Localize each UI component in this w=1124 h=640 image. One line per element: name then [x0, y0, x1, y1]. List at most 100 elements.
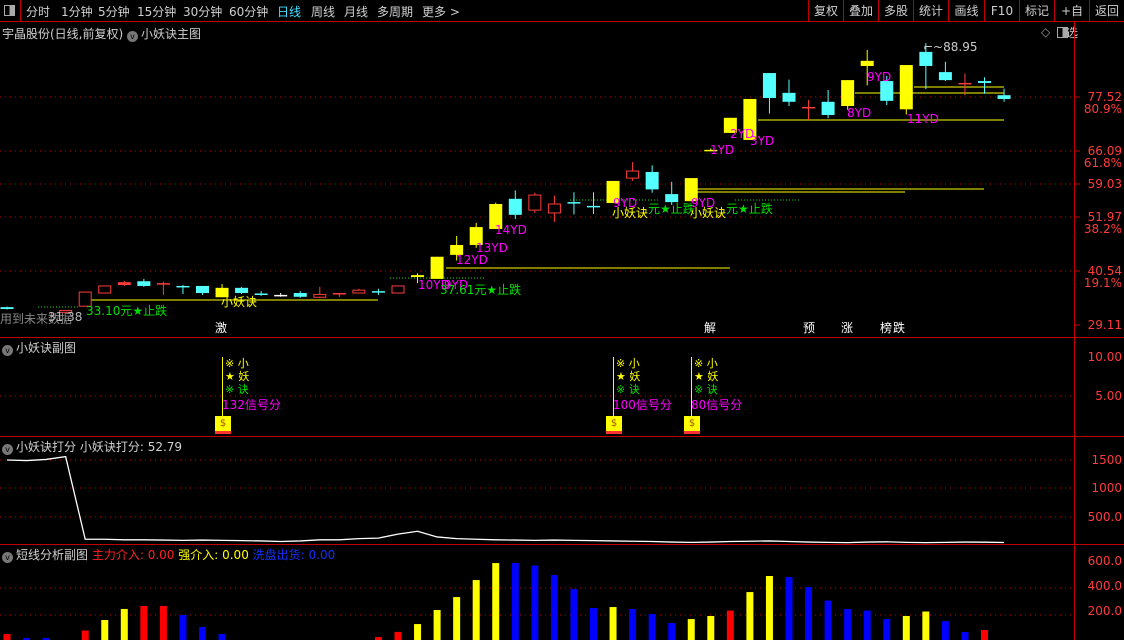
candle-body — [938, 72, 952, 81]
signal-label: 小妖诀 — [221, 295, 258, 309]
sub3-title: v 短线分析副图 主力介入: 0.00 强介入: 0.00 洗盘出货: 0.00 — [2, 546, 335, 563]
sub1-tick: 10.00 — [1087, 350, 1122, 364]
signal-char: 诀 — [706, 383, 718, 396]
fib-tick: 19.1% — [1083, 276, 1122, 290]
candle-body — [137, 281, 151, 286]
candle-body — [997, 95, 1011, 99]
marker-unlock[interactable]: 解 — [703, 321, 717, 336]
candle-body — [156, 283, 170, 285]
stop-fall-label: 37.61元★止跌 — [440, 283, 522, 297]
sub1-name[interactable]: 小妖诀副图 — [16, 341, 76, 355]
candle-body — [352, 289, 366, 294]
volume-bar — [179, 615, 187, 640]
volume-bar — [3, 634, 11, 640]
marker-surge[interactable]: 激 — [214, 321, 228, 336]
sub2-name[interactable]: 小妖诀打分 — [16, 440, 76, 454]
low-price-label: 31.38 — [48, 310, 83, 324]
volume-bar — [472, 580, 480, 640]
signal-char: 诀 — [237, 383, 249, 396]
sub1-tick: 5.00 — [1095, 389, 1122, 403]
marker-text: 解 — [703, 321, 716, 335]
yd-label: 11YD — [907, 112, 939, 126]
marker-rise[interactable]: 涨 — [840, 321, 854, 336]
yd-label: 9YD — [867, 70, 892, 84]
strong-in-value: 强介入: 0.00 — [178, 548, 249, 562]
signal-char: 妖 — [238, 370, 250, 383]
signal-text: ★ 妖 — [616, 370, 640, 383]
volume-bar — [707, 615, 715, 640]
candle-body — [176, 285, 190, 288]
marker-fall[interactable]: 跌 — [892, 321, 906, 336]
candle-body — [391, 285, 405, 294]
yd-label: 8YD — [847, 106, 872, 120]
fib-tick: 80.9% — [1083, 102, 1122, 116]
sub3-tick: 200.0 — [1087, 604, 1122, 618]
sub3-tick: 600.0 — [1087, 554, 1122, 568]
chevron-down-icon[interactable]: v — [127, 31, 139, 42]
candle-body — [978, 81, 991, 83]
candle-body — [411, 275, 425, 278]
marker-list[interactable]: 榜 — [879, 321, 893, 336]
candle-body — [645, 171, 659, 190]
volume-bar — [981, 630, 988, 640]
signal-label: 小妖诀 — [690, 206, 727, 220]
main-force-value: 主力介入: 0.00 — [91, 548, 175, 562]
candle-body — [196, 285, 209, 294]
money-bag-icon[interactable]: $ — [215, 416, 231, 434]
high-price-label: ⌐~88.95 — [923, 40, 978, 54]
volume-bar — [511, 563, 519, 640]
signal-char: 诀 — [628, 383, 640, 396]
candle-body — [371, 291, 385, 293]
volume-bar — [746, 592, 754, 640]
volume-bar — [81, 630, 89, 640]
volume-bar — [785, 577, 793, 640]
candle-body — [762, 73, 776, 99]
money-bag-icon[interactable]: $ — [606, 416, 622, 434]
chevron-down-icon[interactable]: v — [2, 345, 13, 356]
star-icon: ★ — [616, 370, 626, 383]
volume-bar — [922, 611, 930, 640]
diamond-icon[interactable]: ◇ — [1041, 25, 1050, 39]
candle-body — [802, 106, 816, 109]
signal-char: 妖 — [707, 370, 719, 383]
sub3-name[interactable]: 短线分析副图 — [16, 548, 88, 562]
volume-bar — [824, 600, 832, 640]
money-bag-icon[interactable]: $ — [684, 416, 700, 434]
volume-bar — [140, 605, 148, 640]
sub2-tick: 1500 — [1091, 453, 1122, 467]
volume-bar — [199, 627, 206, 640]
marker-text: 涨 — [840, 321, 853, 335]
candle-body — [880, 81, 894, 101]
asterisk-icon: ※ — [616, 383, 626, 396]
chevron-down-icon[interactable]: v — [2, 444, 13, 455]
marker-predict[interactable]: 预 — [802, 321, 816, 336]
score-line — [6, 455, 1005, 544]
volume-bar — [159, 605, 167, 640]
panel-toggle-icon[interactable] — [1057, 27, 1068, 38]
signal-text: ※ 小 — [616, 357, 640, 370]
signal-text: ※ 小 — [694, 357, 718, 370]
marker-text: 跌 — [892, 321, 905, 335]
candle-body — [821, 101, 835, 115]
signal-text: ※ 诀 — [225, 383, 249, 396]
signal-char: 小 — [237, 357, 249, 370]
indicator-name[interactable]: 小妖诀主图 — [141, 27, 201, 41]
wash-out-value: 洗盘出货: 0.00 — [252, 548, 336, 562]
sub2-tick: 1000 — [1091, 481, 1122, 495]
asterisk-icon: ※ — [225, 383, 235, 396]
candle-body — [0, 307, 14, 310]
kline-chart-canvas[interactable] — [0, 0, 1124, 640]
volume-bar — [765, 576, 773, 640]
volume-bar — [218, 634, 226, 640]
chevron-down-icon[interactable]: v — [2, 552, 13, 563]
signal-text: ※ 诀 — [616, 383, 640, 396]
candle-body — [626, 170, 640, 179]
star-icon: ★ — [694, 370, 704, 383]
candle-body — [274, 294, 288, 297]
marker-text: 预 — [802, 321, 815, 335]
volume-bar — [433, 610, 441, 640]
fib-tick: 38.2% — [1083, 222, 1122, 236]
candle-body — [547, 203, 561, 214]
volume-bar — [492, 563, 500, 640]
stop-fall-label: 33.10元★止跌 — [86, 304, 168, 318]
